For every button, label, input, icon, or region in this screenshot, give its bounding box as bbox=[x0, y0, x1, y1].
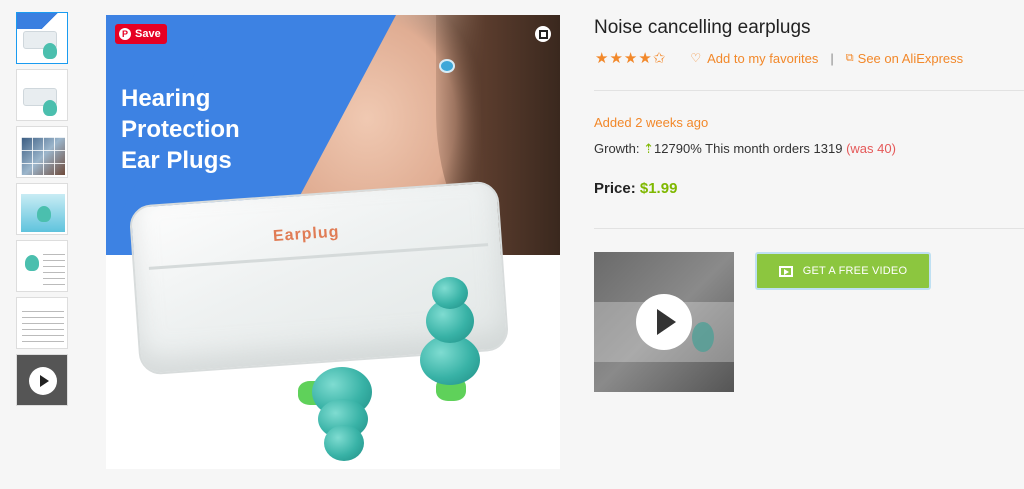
headline-line-1: Hearing bbox=[121, 85, 211, 112]
growth-label: Growth: bbox=[594, 141, 640, 156]
plug-tip bbox=[324, 425, 364, 461]
case-lid-line bbox=[148, 243, 489, 270]
thumbnail-plug bbox=[43, 43, 57, 59]
headline-line-2: Protection bbox=[121, 116, 240, 143]
video-icon bbox=[778, 265, 793, 277]
image-headline: Hearing Protection Ear Plugs bbox=[121, 83, 240, 176]
video-preview[interactable] bbox=[594, 252, 734, 392]
save-label: Save bbox=[135, 28, 161, 40]
expand-icon[interactable] bbox=[535, 26, 551, 42]
orders-label: This month orders 1319 bbox=[705, 141, 843, 156]
star-rating: ★★★★✩ bbox=[595, 50, 667, 67]
price: Price: $1.99 bbox=[594, 180, 677, 197]
thumbnail-plug bbox=[43, 100, 57, 116]
thumbnail-text bbox=[22, 306, 64, 346]
worn-earplug bbox=[439, 59, 455, 73]
case-label: Earplug bbox=[272, 223, 340, 246]
see-on-label: See on AliExpress bbox=[857, 50, 964, 66]
thumbnail-2[interactable] bbox=[16, 69, 68, 121]
get-free-video-button[interactable]: GET A FREE VIDEO bbox=[755, 252, 931, 290]
product-title: Noise cancelling earplugs bbox=[594, 17, 811, 38]
thumbnail-5[interactable] bbox=[16, 240, 68, 292]
headline-line-3: Ear Plugs bbox=[121, 147, 232, 174]
rating-row: ★★★★✩ ♡ Add to my favorites | ⧉ See on A… bbox=[595, 49, 963, 67]
pinterest-icon: P bbox=[119, 28, 131, 40]
added-date: Added 2 weeks ago bbox=[594, 115, 709, 130]
earplug-right bbox=[414, 277, 484, 407]
divider bbox=[594, 90, 1024, 91]
price-label: Price: bbox=[594, 180, 636, 197]
up-arrow-icon: ⇡ bbox=[643, 141, 655, 156]
add-to-favorites-link[interactable]: ♡ Add to my favorites bbox=[690, 51, 818, 66]
thumbnail-video[interactable] bbox=[16, 354, 68, 406]
thumbnail-1[interactable] bbox=[16, 12, 68, 64]
add-favorites-label: Add to my favorites bbox=[707, 50, 819, 66]
growth-value: 12790% bbox=[654, 141, 702, 156]
video-plug bbox=[692, 322, 714, 352]
orders-was: (was 40) bbox=[846, 141, 896, 156]
thumbnail-banner bbox=[17, 13, 67, 29]
thumbnail-4[interactable] bbox=[16, 183, 68, 235]
pinterest-save-button[interactable]: P Save bbox=[115, 24, 167, 44]
earplug-left bbox=[298, 367, 382, 462]
video-button-label: GET A FREE VIDEO bbox=[802, 265, 908, 277]
external-link-icon: ⧉ bbox=[845, 51, 854, 64]
thumbnail-collage bbox=[21, 137, 65, 175]
thumbnail-strip bbox=[16, 12, 68, 411]
thumbnail-6[interactable] bbox=[16, 297, 68, 349]
plug-tip bbox=[432, 277, 468, 309]
main-product-image[interactable]: Hearing Protection Ear Plugs Earplug P S… bbox=[106, 15, 560, 469]
separator: | bbox=[830, 50, 834, 66]
divider bbox=[594, 228, 1024, 229]
play-icon[interactable] bbox=[636, 294, 692, 350]
see-on-aliexpress-link[interactable]: ⧉ See on AliExpress bbox=[846, 51, 963, 66]
thumbnail-plug bbox=[25, 255, 39, 271]
thumbnail-text bbox=[43, 249, 65, 289]
price-value: $1.99 bbox=[639, 180, 678, 197]
heart-icon: ♡ bbox=[690, 51, 702, 65]
thumbnail-3[interactable] bbox=[16, 126, 68, 178]
thumbnail-plug bbox=[37, 206, 51, 222]
growth-stats: Growth: ⇡12790% This month orders 1319 (… bbox=[594, 141, 896, 157]
play-icon bbox=[29, 367, 57, 395]
